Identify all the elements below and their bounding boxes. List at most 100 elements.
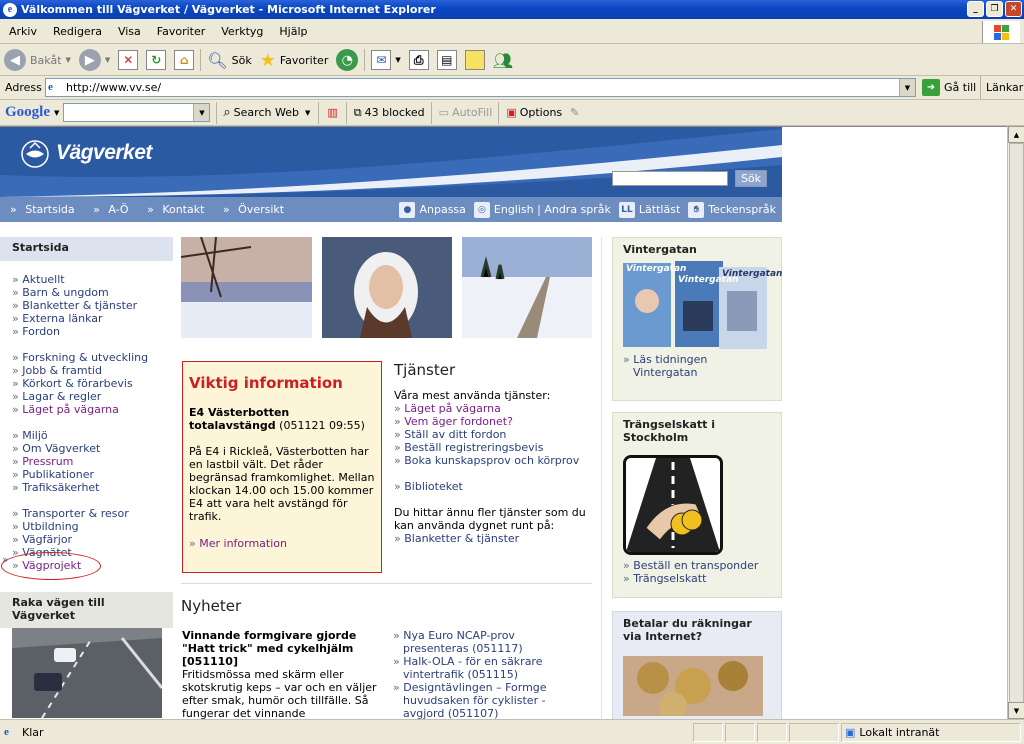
- home-button[interactable]: ⌂: [170, 46, 198, 74]
- sidebar-item[interactable]: Fordon: [12, 325, 173, 338]
- print-button[interactable]: ⎙: [405, 46, 433, 74]
- address-url: http://www.vv.se/: [66, 81, 162, 94]
- sidebar-item[interactable]: Lagar & regler: [12, 390, 173, 403]
- star-icon: ★: [259, 49, 276, 71]
- google-search-input[interactable]: ▼: [63, 103, 211, 122]
- menu-favoriter[interactable]: Favoriter: [148, 25, 212, 38]
- highway-photo[interactable]: [12, 628, 162, 718]
- back-button[interactable]: ◀ Bakåt ▼: [0, 46, 75, 74]
- nav-kontakt[interactable]: » Kontakt: [142, 203, 214, 216]
- sidebar-item[interactable]: Blanketter & tjänster: [12, 299, 173, 312]
- sidebar-item[interactable]: Trafiksäkerhet: [12, 481, 173, 494]
- sidebar-item[interactable]: Pressrum: [12, 455, 173, 468]
- status-text: Klar: [22, 725, 44, 739]
- go-button[interactable]: ➜ Gå till: [922, 79, 976, 96]
- close-button[interactable]: ✕: [1005, 1, 1022, 17]
- edit-button[interactable]: ▤: [433, 46, 461, 74]
- menu-redigera[interactable]: Redigera: [44, 25, 109, 38]
- service-link[interactable]: Biblioteket: [394, 480, 599, 493]
- popup-blocked-count[interactable]: 43 blocked: [365, 106, 425, 119]
- address-input[interactable]: e http://www.vv.se/ ▼: [45, 78, 916, 97]
- bills-box: Betalar du räkningar via Internet?: [612, 611, 782, 719]
- nav-teckensprak[interactable]: ✋︎ Teckenspråk: [688, 201, 776, 218]
- sidebar-item[interactable]: Forskning & utveckling: [12, 351, 173, 364]
- nav-a-o[interactable]: » A-Ö: [88, 203, 138, 216]
- search-dropdown-icon[interactable]: ▼: [193, 104, 210, 121]
- news-link[interactable]: Halk-OLA - för en säkrare vintertrafik (…: [393, 655, 573, 681]
- site-logo[interactable]: Vägverket: [56, 141, 152, 165]
- favorites-button[interactable]: ★ Favoriter: [256, 46, 333, 74]
- service-link[interactable]: Blanketter & tjänster: [394, 532, 599, 545]
- lake-photo: [181, 237, 312, 338]
- sidebar-item[interactable]: Läget på vägarna: [12, 403, 173, 416]
- sidebar-item[interactable]: Om Vägverket: [12, 442, 173, 455]
- minimize-button[interactable]: _: [967, 1, 984, 17]
- pencil-icon[interactable]: ✎: [570, 106, 579, 119]
- coins-photo[interactable]: [623, 656, 763, 716]
- services-more-intro: Du hittar ännu fler tjänster som du kan …: [394, 506, 586, 532]
- refresh-button[interactable]: ↻: [142, 46, 170, 74]
- news-link[interactable]: Nya Euro NCAP-prov presenteras (051117): [393, 629, 573, 655]
- news-main-title[interactable]: Vinnande formgivare gjorde "Hatt trick" …: [182, 629, 382, 668]
- transponder-sign-icon[interactable]: [623, 455, 723, 555]
- messenger-button[interactable]: 👥︎: [489, 46, 517, 74]
- chevron-down-icon[interactable]: ▼: [54, 109, 59, 117]
- news-icon[interactable]: ▥: [327, 106, 337, 119]
- site-search-input[interactable]: [612, 171, 728, 186]
- search-icon: 🔍︎: [207, 50, 228, 70]
- congestion-title: Trängselskatt i Stockholm: [623, 418, 716, 444]
- links-toolbar[interactable]: Länkar: [980, 76, 1023, 99]
- sidebar-item[interactable]: Publikationer: [12, 468, 173, 481]
- nav-oversikt[interactable]: » Översikt: [218, 203, 294, 216]
- magazine-covers-image[interactable]: Vintergatan Vintergatan Vintergatan: [623, 261, 782, 351]
- menu-visa[interactable]: Visa: [109, 25, 148, 38]
- nav-startsida[interactable]: » Startsida: [5, 203, 85, 216]
- sidebar-item[interactable]: Utbildning: [12, 520, 173, 533]
- congestion-link[interactable]: Beställ en transponder: [623, 559, 781, 572]
- congestion-link[interactable]: Trängselskatt: [623, 572, 781, 585]
- service-link[interactable]: Ställ av ditt fordon: [394, 428, 599, 441]
- globe-icon: ◎: [473, 201, 490, 218]
- search-button[interactable]: 🔍︎ Sök: [203, 46, 255, 74]
- vintergatan-link[interactable]: Läs tidningen Vintergatan: [623, 353, 763, 379]
- scrollbar-thumb[interactable]: [1009, 143, 1024, 703]
- title-bar: e Välkommen till Vägverket / Vägverket -…: [0, 0, 1024, 19]
- nav-english[interactable]: ◎ English | Andra språk: [473, 201, 611, 218]
- mail-button[interactable]: ✉ ▼: [367, 46, 404, 74]
- search-web-button[interactable]: Search Web: [234, 106, 299, 119]
- nav-lattlast[interactable]: LL Lättläst: [618, 201, 680, 218]
- history-button[interactable]: ◔: [332, 46, 362, 74]
- stop-button[interactable]: ✕: [114, 46, 142, 74]
- binoculars-icon: ⌕: [223, 105, 231, 120]
- autofill-button[interactable]: AutoFill: [452, 106, 492, 119]
- options-button[interactable]: Options: [520, 106, 562, 119]
- sidebar-item[interactable]: Körkort & förarbevis: [12, 377, 173, 390]
- service-link[interactable]: Läget på vägarna: [394, 402, 599, 415]
- sidebar-item[interactable]: Jobb & framtid: [12, 364, 173, 377]
- google-logo[interactable]: Google: [5, 104, 50, 121]
- sidebar-item[interactable]: Vägfärjor: [12, 533, 173, 546]
- sidebar-item[interactable]: Miljö: [12, 429, 173, 442]
- sidebar-item[interactable]: Aktuellt: [12, 273, 173, 286]
- nav-anpassa[interactable]: ● Anpassa: [399, 201, 466, 218]
- menu-verktyg[interactable]: Verktyg: [212, 25, 270, 38]
- scroll-down-icon[interactable]: ▼: [1008, 702, 1024, 719]
- important-more-link[interactable]: Mer information: [189, 537, 375, 550]
- news-link[interactable]: Designtävlingen – Formge huvudsaken för …: [393, 681, 573, 719]
- site-search-button[interactable]: Sök: [735, 170, 767, 187]
- discuss-button[interactable]: [461, 46, 489, 74]
- maximize-button[interactable]: ❐: [986, 1, 1003, 17]
- vertical-scrollbar[interactable]: ▲ ▼: [1007, 126, 1024, 719]
- chevron-down-icon[interactable]: ▼: [305, 109, 310, 117]
- service-link[interactable]: Vem äger fordonet?: [394, 415, 599, 428]
- menu-hjalp[interactable]: Hjälp: [270, 25, 314, 38]
- scroll-up-icon[interactable]: ▲: [1008, 126, 1024, 143]
- sidebar-item[interactable]: Externa länkar: [12, 312, 173, 325]
- sidebar-item[interactable]: Transporter & resor: [12, 507, 173, 520]
- address-dropdown-icon[interactable]: ▼: [899, 79, 915, 96]
- sidebar-item[interactable]: Barn & ungdom: [12, 286, 173, 299]
- service-link[interactable]: Boka kunskapsprov och körprov: [394, 454, 599, 480]
- service-link[interactable]: Beställ registreringsbevis: [394, 441, 599, 454]
- forward-button[interactable]: ▶ ▼: [75, 46, 114, 74]
- menu-arkiv[interactable]: Arkiv: [0, 25, 44, 38]
